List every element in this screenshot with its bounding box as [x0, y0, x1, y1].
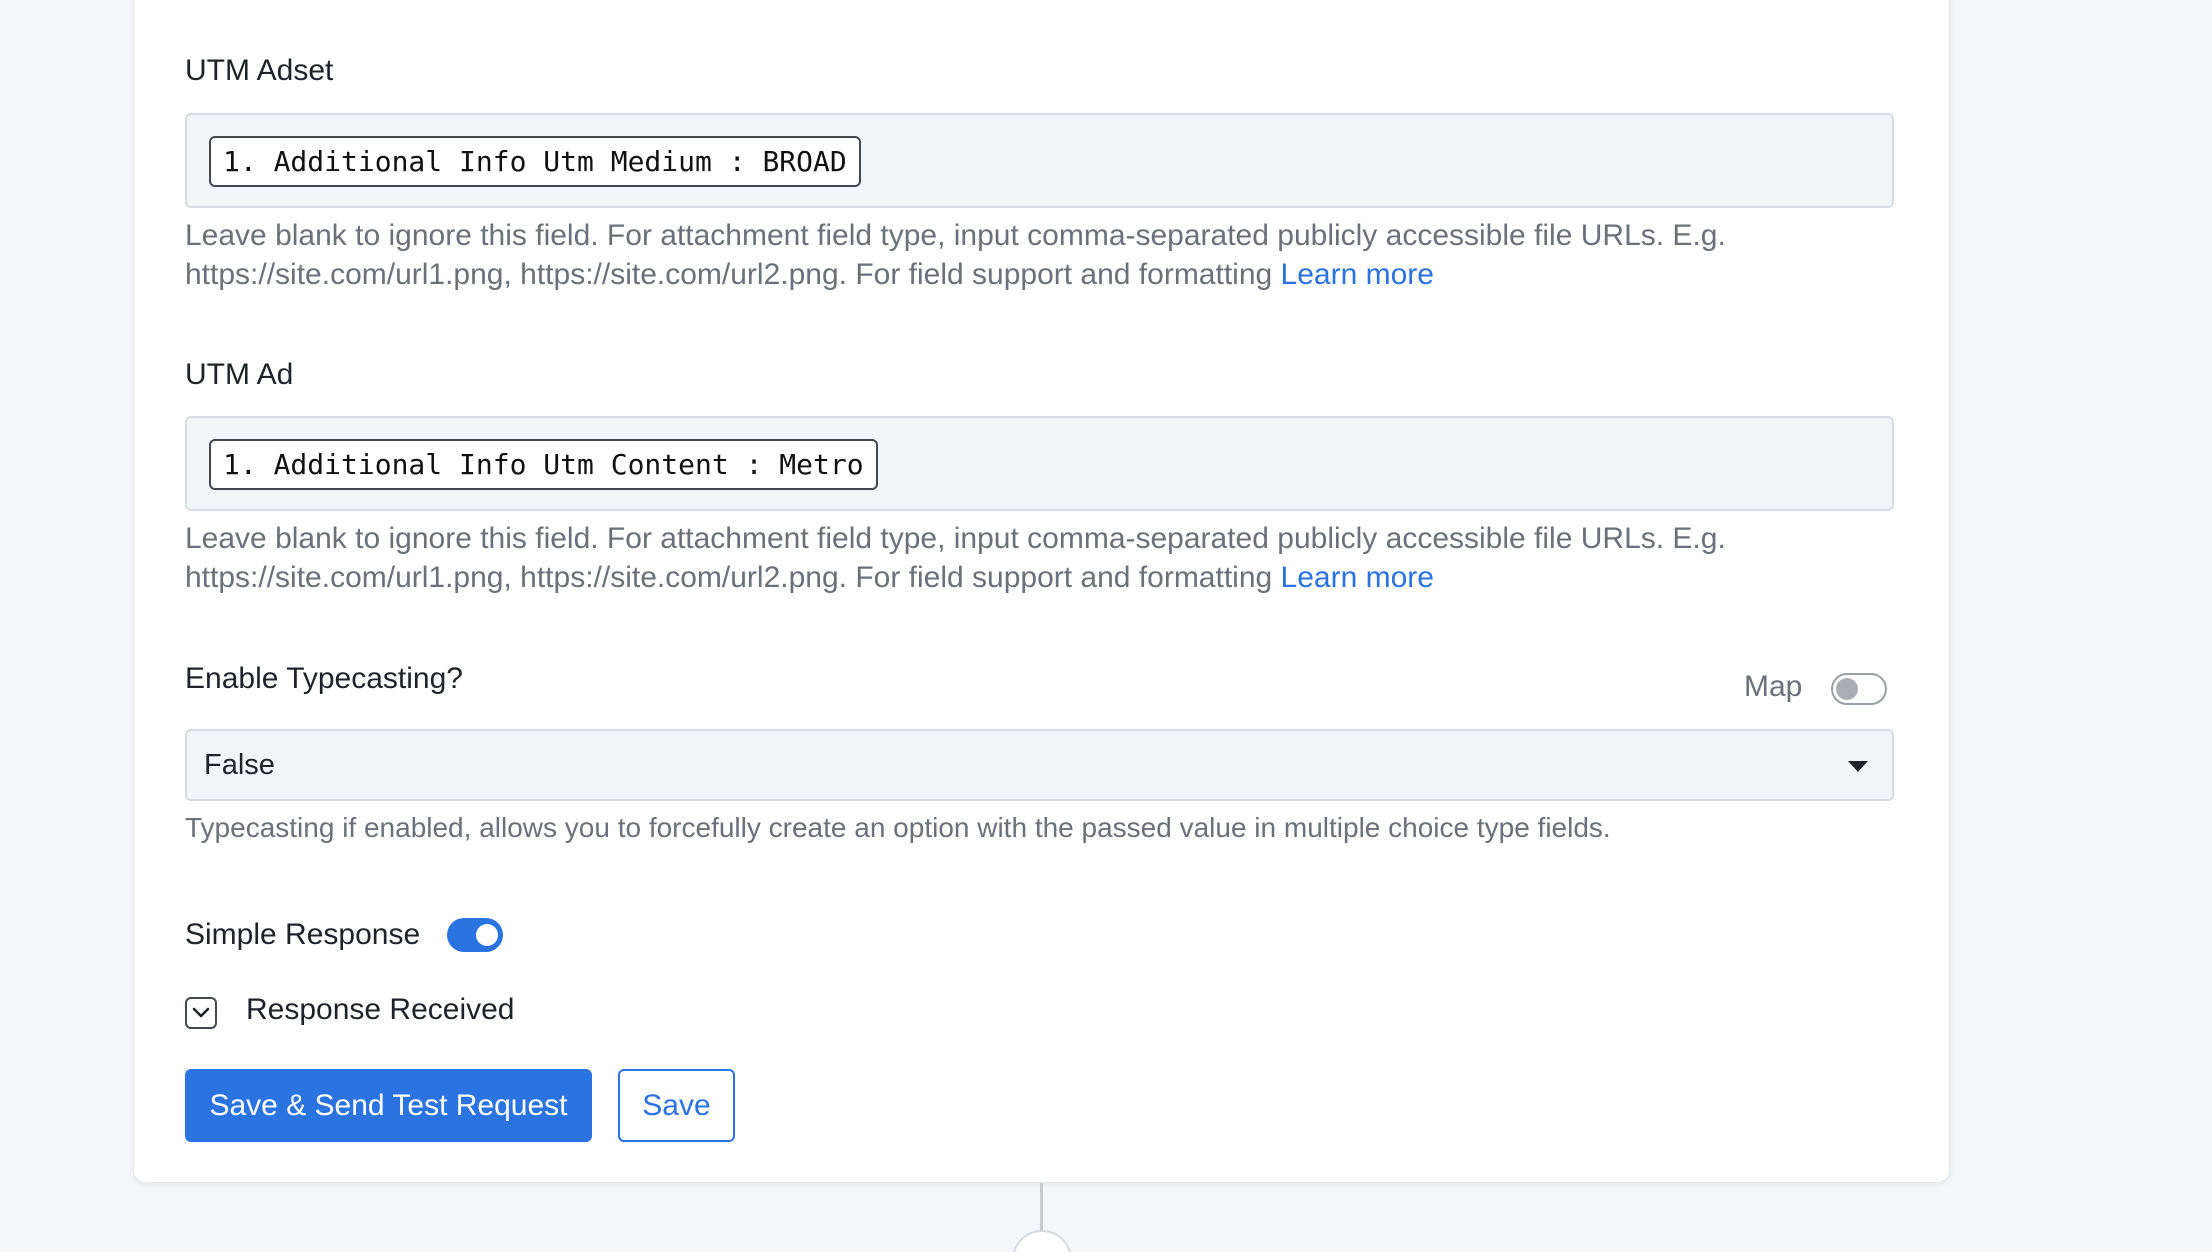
typecasting-selected-value: False [204, 749, 275, 781]
utm-adset-help: Leave blank to ignore this field. For at… [185, 216, 1925, 294]
utm-ad-help-line2: https://site.com/url1.png, https://site.… [185, 561, 1281, 594]
save-button[interactable]: Save [618, 1069, 735, 1142]
utm-ad-mapped-chip[interactable]: 1. Additional Info Utm Content : Metro [209, 439, 878, 490]
map-toggle-label: Map [1744, 670, 1803, 703]
chevron-down-icon [192, 1007, 210, 1018]
caret-down-icon [1848, 761, 1868, 772]
utm-ad-field[interactable]: 1. Additional Info Utm Content : Metro [185, 416, 1894, 511]
typecasting-select[interactable]: False [185, 729, 1894, 801]
response-received-label: Response Received [246, 993, 515, 1026]
simple-response-toggle[interactable] [447, 918, 503, 952]
simple-response-label: Simple Response [185, 918, 421, 951]
utm-adset-help-line2-wrap: https://site.com/url1.png, https://site.… [185, 255, 1925, 294]
simple-response-toggle-knob [476, 924, 498, 946]
utm-ad-help-line1: Leave blank to ignore this field. For at… [185, 522, 1726, 555]
map-toggle[interactable] [1831, 673, 1887, 705]
map-toggle-knob [1836, 678, 1858, 700]
utm-ad-label: UTM Ad [185, 358, 294, 391]
utm-ad-help-line2-wrap: https://site.com/url1.png, https://site.… [185, 558, 1925, 597]
utm-ad-learn-more-link[interactable]: Learn more [1281, 561, 1434, 594]
utm-adset-help-line2: https://site.com/url1.png, https://site.… [185, 258, 1281, 291]
utm-adset-learn-more-link[interactable]: Learn more [1281, 258, 1434, 291]
utm-adset-field[interactable]: 1. Additional Info Utm Medium : BROAD [185, 113, 1894, 208]
flow-connector-line [1040, 1183, 1043, 1233]
utm-ad-help: Leave blank to ignore this field. For at… [185, 519, 1925, 597]
page: UTM Adset 1. Additional Info Utm Medium … [0, 0, 2212, 1252]
save-and-send-test-request-button[interactable]: Save & Send Test Request [185, 1069, 592, 1142]
add-step-node[interactable] [1012, 1230, 1072, 1252]
typecasting-label: Enable Typecasting? [185, 662, 463, 695]
utm-adset-mapped-chip[interactable]: 1. Additional Info Utm Medium : BROAD [209, 136, 861, 187]
utm-adset-label: UTM Adset [185, 54, 334, 87]
utm-adset-help-line1: Leave blank to ignore this field. For at… [185, 219, 1726, 252]
typecasting-help: Typecasting if enabled, allows you to fo… [185, 812, 1611, 843]
response-received-expand-button[interactable] [185, 997, 217, 1029]
